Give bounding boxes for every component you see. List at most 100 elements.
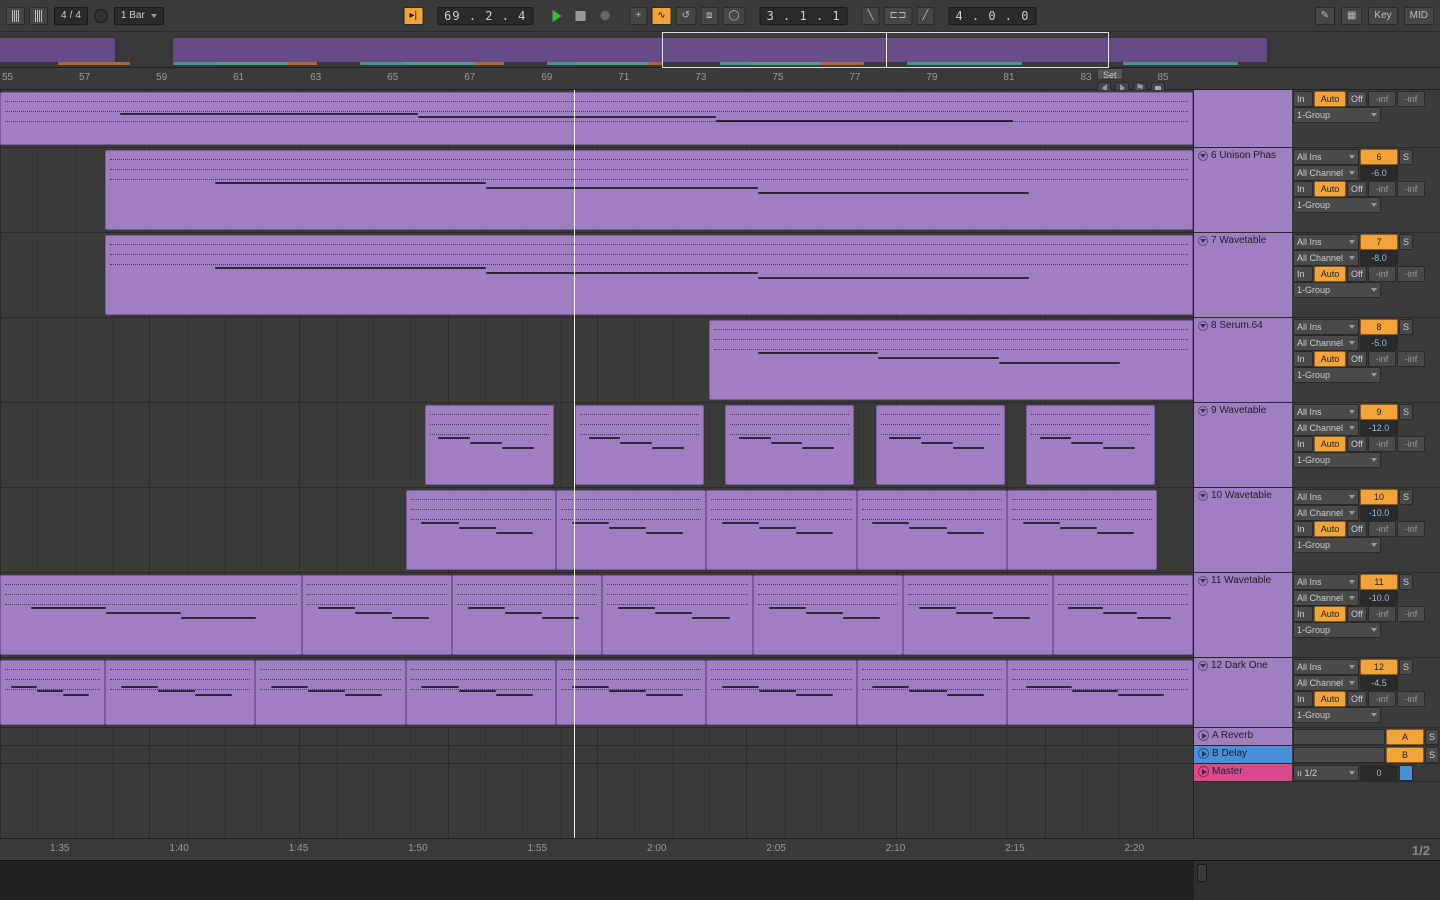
track-header[interactable]: 7 Wavetable (1194, 233, 1292, 317)
input-channel[interactable]: All Channel (1293, 675, 1359, 691)
midi-clip[interactable] (105, 150, 1193, 230)
input-type[interactable]: All Ins (1293, 574, 1359, 590)
monitor-auto[interactable]: Auto (1314, 436, 1346, 452)
midi-clip[interactable] (0, 660, 105, 725)
midi-clip[interactable] (706, 660, 856, 725)
midi-clip[interactable] (425, 405, 554, 485)
track-fold-button[interactable] (1198, 151, 1208, 161)
return-solo[interactable]: S (1425, 747, 1439, 763)
arrangement-position[interactable]: 69 . 2 . 4 (437, 7, 533, 25)
track-fold-button[interactable] (1198, 491, 1208, 501)
output-routing[interactable]: 1-Group (1293, 197, 1381, 213)
bar-ruler[interactable]: 55575961636567697173757779818385 Set ⚑ (0, 68, 1440, 90)
monitor-in[interactable]: In (1293, 91, 1313, 107)
output-routing[interactable]: 1-Group (1293, 367, 1381, 383)
set-marker-button[interactable]: Set (1097, 68, 1123, 80)
track-header[interactable] (1194, 90, 1292, 147)
monitor-auto[interactable]: Auto (1314, 351, 1346, 367)
track-header[interactable]: 10 Wavetable (1194, 488, 1292, 572)
track-header[interactable]: 8 Serum.64 (1194, 318, 1292, 402)
midi-clip[interactable] (1026, 405, 1155, 485)
midi-clip[interactable] (709, 320, 1193, 400)
reenable-automation-button[interactable]: ↺ (676, 7, 696, 25)
track-header[interactable]: 6 Unison Phas (1194, 148, 1292, 232)
track-row[interactable] (0, 233, 1193, 318)
midi-clip[interactable] (105, 235, 1193, 315)
midi-clip[interactable] (1007, 490, 1157, 570)
track-title[interactable]: 10 Wavetable (1194, 488, 1292, 503)
track-fold-button[interactable] (1198, 406, 1208, 416)
return-stop-button[interactable] (1198, 730, 1209, 741)
midi-clip[interactable] (903, 575, 1053, 655)
punch-in-button[interactable]: ╲ (862, 7, 880, 25)
monitor-auto[interactable]: Auto (1314, 91, 1346, 107)
overdub-button[interactable]: + (629, 7, 647, 25)
send-b-level[interactable]: -inf (1397, 266, 1425, 282)
track-header[interactable]: 11 Wavetable (1194, 573, 1292, 657)
return-track-header[interactable]: B Delay (1194, 746, 1292, 763)
input-channel[interactable]: All Channel (1293, 165, 1359, 181)
track-activator[interactable]: 6 (1360, 149, 1398, 165)
send-a-level[interactable]: -inf (1368, 266, 1396, 282)
midi-clip[interactable] (406, 490, 556, 570)
midi-clip[interactable] (1053, 575, 1193, 655)
midi-clip[interactable] (105, 660, 255, 725)
monitor-auto[interactable]: Auto (1314, 691, 1346, 707)
track-volume[interactable]: -10.0 (1360, 590, 1398, 606)
solo-button[interactable]: S (1399, 574, 1413, 590)
track-volume[interactable]: -10.0 (1360, 505, 1398, 521)
metronome-button[interactable] (29, 7, 48, 25)
track-volume[interactable]: -12.0 (1360, 420, 1398, 436)
output-routing[interactable]: 1-Group (1293, 622, 1381, 638)
input-type[interactable]: All Ins (1293, 234, 1359, 250)
solo-button[interactable]: S (1399, 319, 1413, 335)
midi-clip[interactable] (406, 660, 556, 725)
monitor-in[interactable]: In (1293, 436, 1313, 452)
track-row[interactable] (0, 90, 1193, 148)
monitor-auto[interactable]: Auto (1314, 606, 1346, 622)
monitor-in[interactable]: In (1293, 521, 1313, 537)
track-row[interactable] (0, 573, 1193, 658)
input-channel[interactable]: All Channel (1293, 505, 1359, 521)
send-b-level[interactable]: -inf (1397, 691, 1425, 707)
record-button[interactable] (594, 7, 615, 25)
midi-clip[interactable] (0, 92, 1193, 145)
return-activator[interactable]: B (1386, 747, 1424, 763)
midi-clip[interactable] (706, 490, 856, 570)
track-volume[interactable]: -4.5 (1360, 675, 1398, 691)
monitor-in[interactable]: In (1293, 606, 1313, 622)
send-b-level[interactable]: -inf (1397, 436, 1425, 452)
monitor-in[interactable]: In (1293, 181, 1313, 197)
send-b-level[interactable]: -inf (1397, 606, 1425, 622)
overview-strip[interactable] (0, 32, 1440, 68)
solo-button[interactable]: S (1399, 489, 1413, 505)
track-row[interactable] (0, 318, 1193, 403)
track-title[interactable]: 7 Wavetable (1194, 233, 1292, 248)
input-channel[interactable]: All Channel (1293, 420, 1359, 436)
midi-clip[interactable] (0, 575, 302, 655)
return-solo[interactable]: S (1425, 729, 1439, 745)
key-map-button[interactable]: Key (1368, 7, 1397, 25)
master-header[interactable]: Master (1194, 764, 1292, 781)
midi-clip[interactable] (575, 405, 704, 485)
track-activator[interactable]: 12 (1360, 659, 1398, 675)
automation-arm-button[interactable]: ∿ (651, 7, 671, 25)
monitor-off[interactable]: Off (1347, 606, 1367, 622)
track-title[interactable]: 9 Wavetable (1194, 403, 1292, 418)
midi-clip[interactable] (556, 490, 706, 570)
track-row[interactable] (0, 148, 1193, 233)
monitor-off[interactable]: Off (1347, 436, 1367, 452)
session-record-button[interactable]: ◯ (722, 7, 745, 25)
input-type[interactable]: All Ins (1293, 319, 1359, 335)
track-activator[interactable]: 8 (1360, 319, 1398, 335)
send-b-level[interactable]: -inf (1397, 181, 1425, 197)
midi-clip[interactable] (302, 575, 452, 655)
send-a-level[interactable]: -inf (1368, 181, 1396, 197)
send-a-level[interactable]: -inf (1368, 521, 1396, 537)
send-a-level[interactable]: -inf (1368, 691, 1396, 707)
midi-clip[interactable] (857, 660, 1007, 725)
send-a-level[interactable]: -inf (1368, 351, 1396, 367)
return-track-header[interactable]: A Reverb (1194, 728, 1292, 745)
track-row[interactable] (0, 488, 1193, 573)
solo-button[interactable]: S (1399, 149, 1413, 165)
